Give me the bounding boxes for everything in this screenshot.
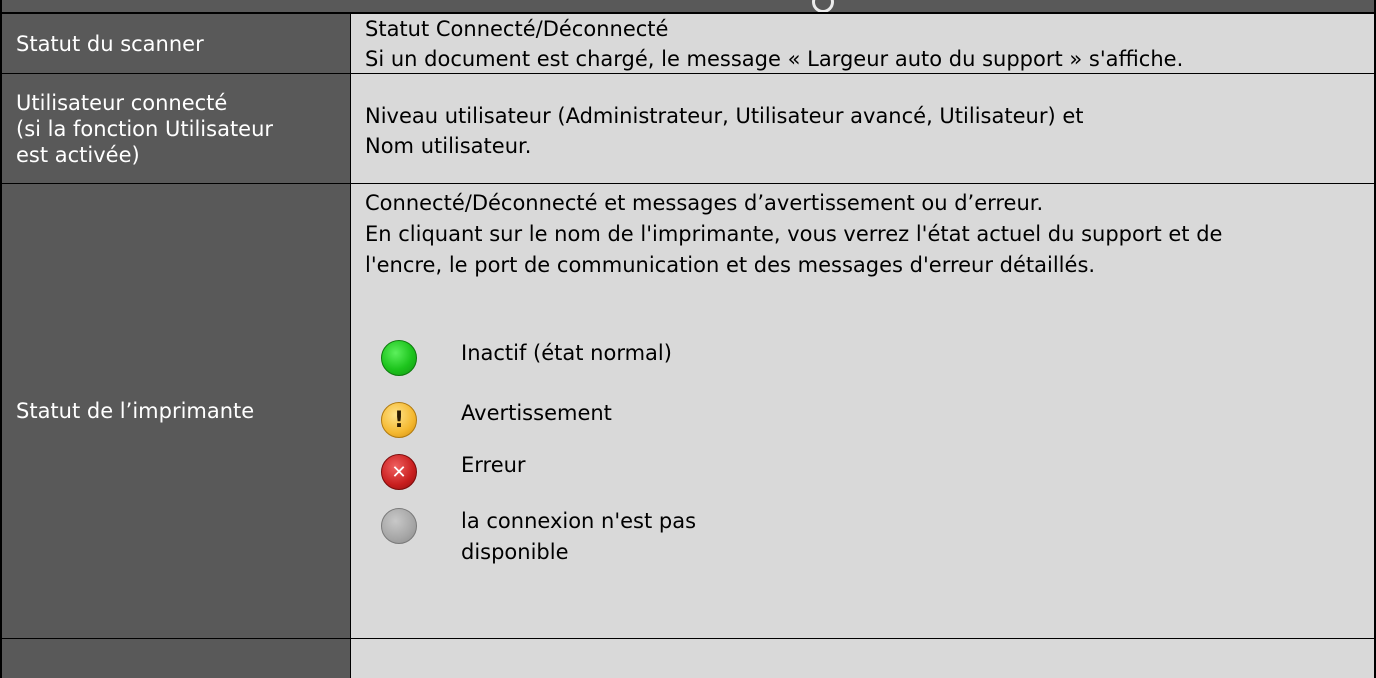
row-label-cell: Statut de l’imprimante: [2, 184, 350, 638]
status-legend-label: la connexion n'est pas: [461, 509, 697, 533]
row-label: Utilisateur connecté: [16, 90, 228, 115]
row-description-cell: Connecté/Déconnecté et messages d’averti…: [350, 184, 1374, 638]
status-table: Statut du scanner Statut Connecté/Déconn…: [0, 0, 1376, 678]
table-row-empty: [2, 639, 1374, 678]
table-row-logged-user: Utilisateur connecté (si la fonction Uti…: [2, 74, 1374, 184]
row-label-cell: Statut du scanner: [2, 14, 350, 73]
gray-circle-icon: [381, 508, 417, 544]
description-line: Statut Connecté/Déconnecté: [365, 17, 669, 41]
description-line: Nom utilisateur.: [365, 133, 532, 158]
row-label: Statut du scanner: [16, 31, 204, 56]
row-label: est activée): [16, 142, 140, 167]
header-title-fragment: [812, 0, 834, 12]
green-circle-icon: [381, 340, 417, 376]
row-description-cell: Statut Connecté/Déconnecté Si un documen…: [350, 14, 1374, 73]
table-row-printer-status: Statut de l’imprimante Connecté/Déconnec…: [2, 184, 1374, 639]
description-line: En cliquant sur le nom de l'imprimante, …: [365, 222, 1223, 246]
table-header-strip: [2, 0, 1374, 14]
row-label-cell: Utilisateur connecté (si la fonction Uti…: [2, 74, 350, 183]
row-label-cell: [2, 639, 350, 678]
warning-icon: !: [381, 402, 417, 438]
row-description-cell: [350, 639, 1374, 678]
row-label: (si la fonction Utilisateur: [16, 116, 274, 141]
description-line: Connecté/Déconnecté et messages d’averti…: [365, 191, 1044, 215]
error-icon: ✕: [381, 454, 417, 490]
description-line: Niveau utilisateur (Administrateur, Util…: [365, 103, 1084, 128]
status-legend-label: Avertissement: [461, 401, 612, 425]
description-line: Si un document est chargé, le message « …: [365, 47, 1184, 71]
status-legend-label: Erreur: [461, 453, 526, 477]
description-line: l'encre, le port de communication et des…: [365, 253, 1096, 277]
table-row-scanner-status: Statut du scanner Statut Connecté/Déconn…: [2, 14, 1374, 74]
row-description-cell: Niveau utilisateur (Administrateur, Util…: [350, 74, 1374, 183]
row-label: Statut de l’imprimante: [16, 399, 255, 423]
status-legend-label: Inactif (état normal): [461, 341, 672, 365]
status-legend-label: disponible: [461, 540, 569, 564]
